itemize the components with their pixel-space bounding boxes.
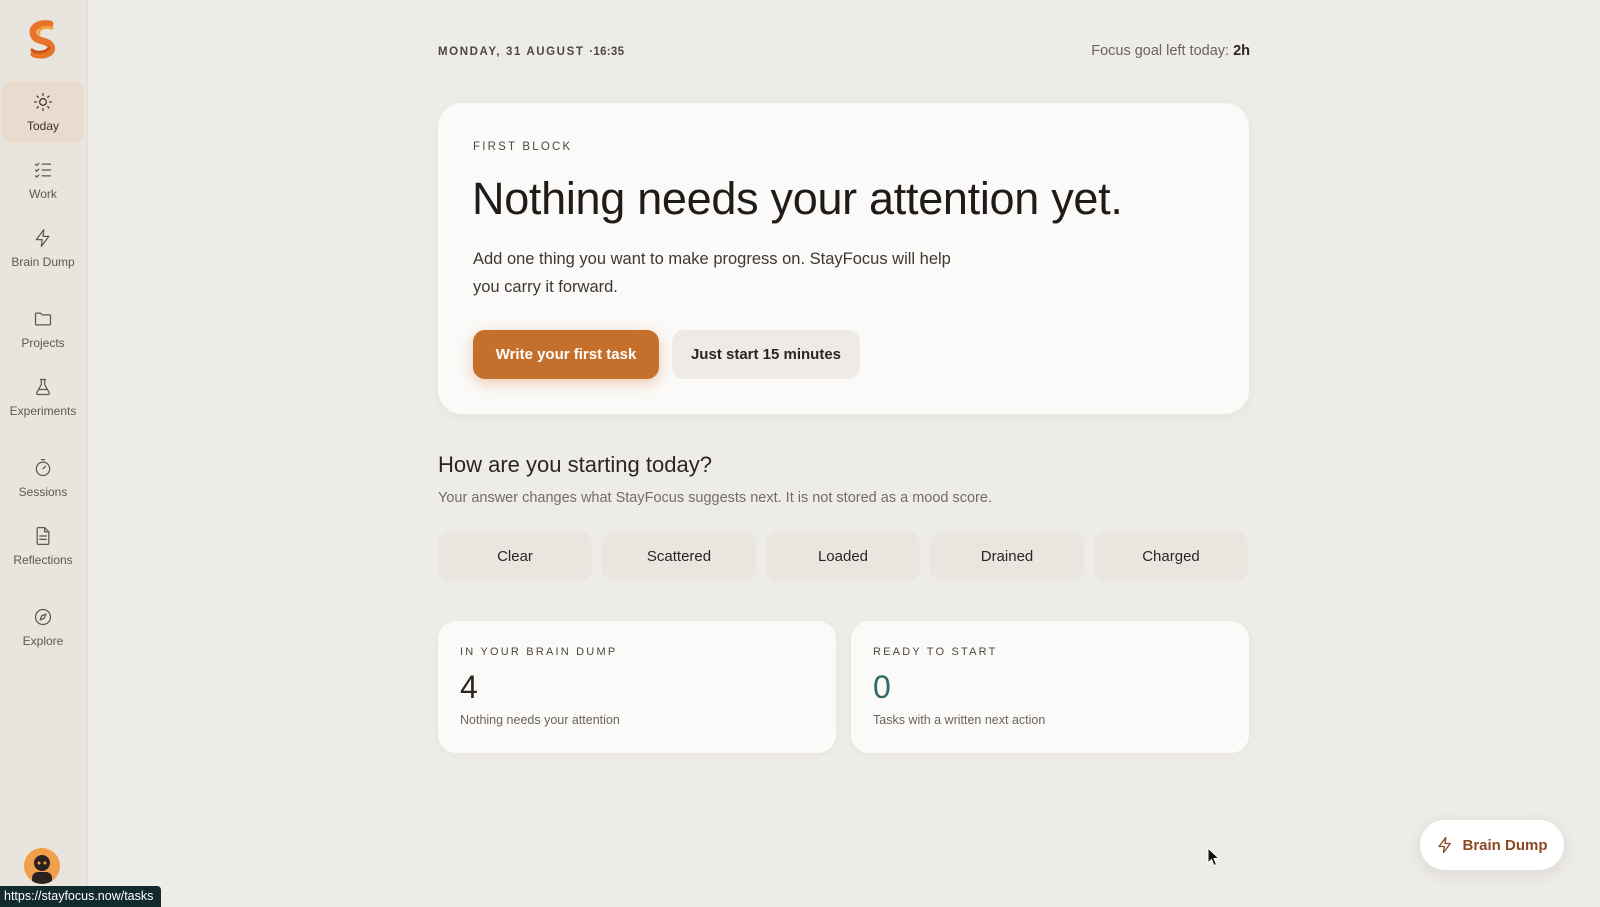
stat-eyebrow: IN YOUR BRAIN DUMP [460,646,618,658]
lightning-icon [1438,836,1452,854]
hero-body: Add one thing you want to make progress … [473,250,951,296]
ready-to-start-stat-card[interactable]: READY TO START 0 Tasks with a written ne… [851,621,1249,753]
stayfocus-logo[interactable] [24,20,62,60]
stat-description: Nothing needs your attention [460,713,620,727]
current-date: MONDAY, 31 AUGUST ·16:35 [438,46,624,58]
sidebar-item-projects[interactable]: Projects [2,298,84,360]
sidebar-item-label: Sessions [18,484,68,499]
sidebar-item-brain-dump[interactable]: Brain Dump [2,217,84,279]
avatar[interactable] [24,848,60,884]
mood-loaded-button[interactable]: Loaded [766,532,920,581]
brain-dump-fab-button[interactable]: Brain Dump [1420,820,1564,870]
focus-goal-label: Focus goal left today: [1091,43,1230,59]
brain-dump-stat-card[interactable]: IN YOUR BRAIN DUMP 4 Nothing needs your … [438,621,836,753]
mood-drained-button[interactable]: Drained [930,532,1084,581]
avatar-image [24,848,60,884]
document-icon [36,526,50,545]
focus-goal-value: 2h [1233,43,1250,59]
card-eyebrow: FIRST BLOCK [473,141,573,153]
sidebar-item-label: Explore [22,633,64,648]
stat-value: 0 [873,669,891,705]
mood-clear-button[interactable]: Clear [438,532,592,581]
sidebar-item-label: Today [26,118,60,133]
sidebar: Today Work Brain Dump Projects Experimen… [0,0,88,907]
sun-icon [34,92,52,111]
date-text: MONDAY, 31 AUGUST [438,46,585,58]
stat-description: Tasks with a written next action [873,713,1046,727]
folder-icon [34,312,52,325]
mood-subtitle: Your answer changes what StayFocus sugge… [438,490,992,506]
sidebar-item-explore[interactable]: Explore [2,596,84,658]
start-15-minutes-button[interactable]: Just start 15 minutes [672,330,860,379]
hero-title: Nothing needs your attention yet. [472,173,1123,224]
sidebar-item-label: Experiments [9,403,77,418]
stat-value: 4 [460,669,478,705]
sidebar-item-label: Reflections [13,552,73,567]
flask-icon [36,378,50,395]
time-text: ·16:35 [589,46,625,58]
timer-icon [35,458,51,476]
mood-options: Clear Scattered Loaded Drained Charged [438,532,1249,581]
sidebar-item-sessions[interactable]: Sessions [2,447,84,509]
fab-label: Brain Dump [1462,836,1548,854]
mood-scattered-button[interactable]: Scattered [602,532,756,581]
sidebar-item-experiments[interactable]: Experiments [2,366,84,428]
sidebar-item-label: Brain Dump [11,254,75,269]
checklist-icon [34,162,52,178]
lightning-icon [35,228,50,247]
sidebar-item-label: Projects [21,335,65,350]
mood-title: How are you starting today? [438,452,712,477]
sidebar-item-work[interactable]: Work [2,149,84,211]
sidebar-item-label: Work [29,186,57,201]
focus-goal: Focus goal left today: 2h [1091,43,1250,59]
sidebar-item-reflections[interactable]: Reflections [2,515,84,577]
compass-icon [34,608,52,625]
status-bar-url: https://stayfocus.now/tasks [0,886,162,907]
stat-eyebrow: READY TO START [873,646,998,658]
sidebar-item-today[interactable]: Today [2,81,84,143]
first-block-card: FIRST BLOCK Nothing needs your attention… [438,103,1249,414]
write-first-task-button[interactable]: Write your first task [473,330,659,379]
mouse-cursor-icon [1207,847,1221,867]
mood-charged-button[interactable]: Charged [1094,532,1248,581]
